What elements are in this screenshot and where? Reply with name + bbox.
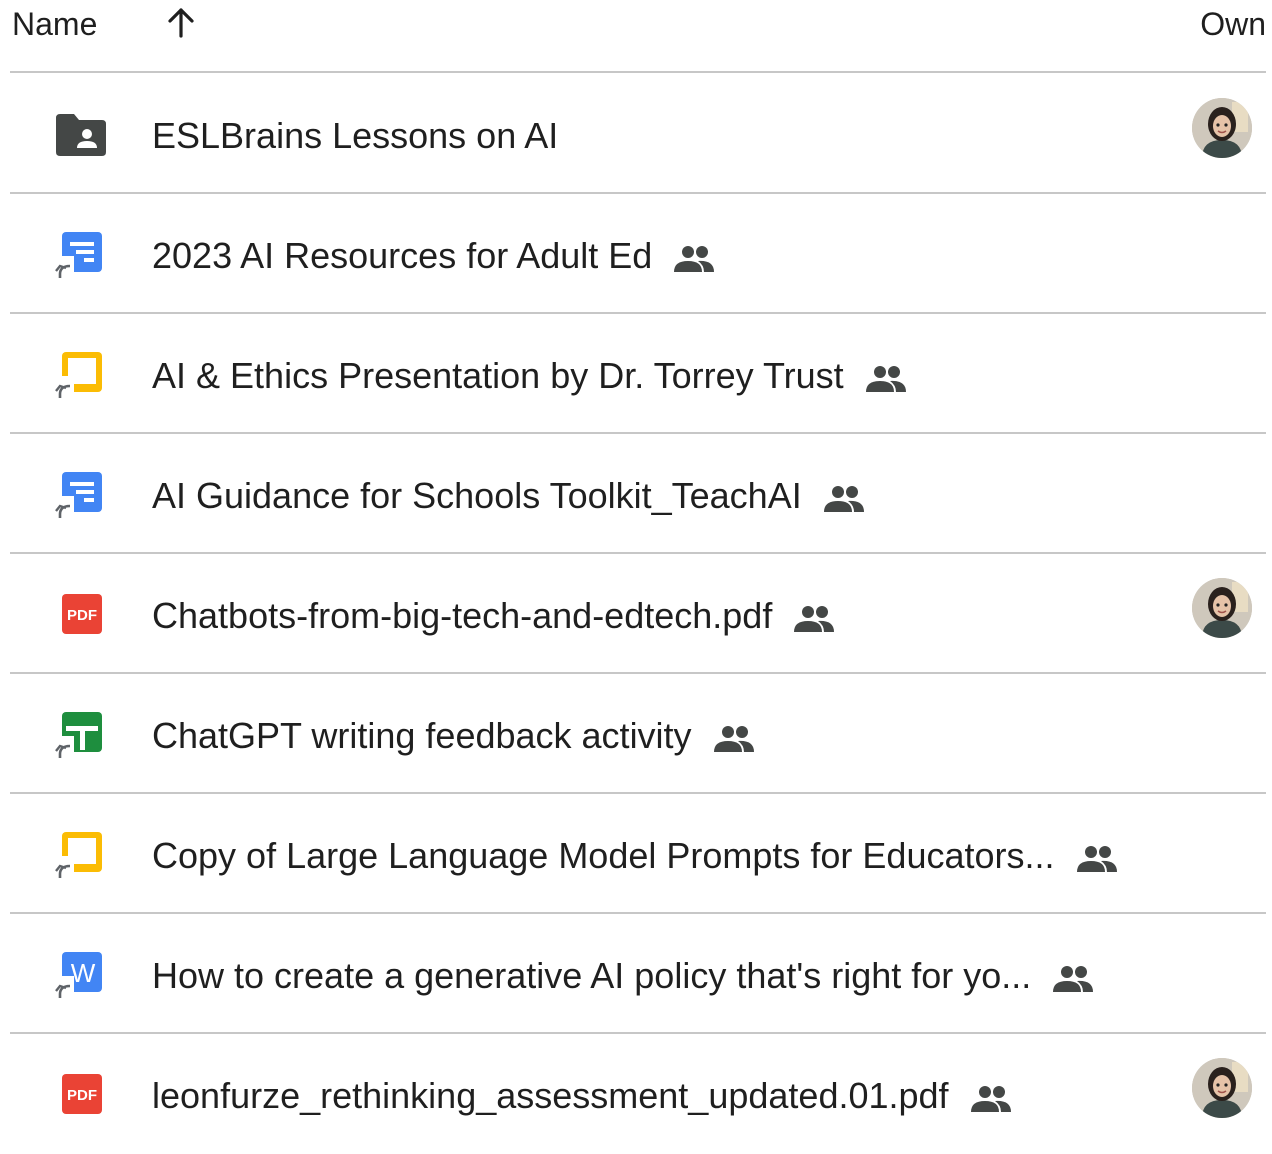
shared-people-icon [969,1081,1013,1112]
file-name-text: AI Guidance for Schools Toolkit_TeachAI [152,475,802,516]
file-name: 2023 AI Resources for Adult Ed [152,234,716,278]
pdf-icon: PDF [54,592,106,638]
header-divider [10,71,1266,73]
owner-column-header[interactable]: Own [1200,6,1266,42]
file-row[interactable]: PDF leonfurze_rethinking_assessment_updat… [0,1034,1272,1154]
file-name-text: How to create a generative AI policy tha… [152,955,1032,996]
file-row[interactable]: AI Guidance for Schools Toolkit_TeachAI [0,434,1272,554]
file-name-text: AI & Ethics Presentation by Dr. Torrey T… [152,355,844,396]
google-forms-shortcut-icon [54,232,106,278]
file-row[interactable]: 2023 AI Resources for Adult Ed [0,194,1272,314]
google-slides-shortcut-icon [54,352,106,398]
file-name: ESLBrains Lessons on AI [152,114,558,158]
file-row[interactable]: PDF Chatbots-from-big-tech-and-edtech.pdf [0,554,1272,674]
file-name: How to create a generative AI policy tha… [152,954,1095,998]
file-list-header: Name Own [0,0,1272,72]
shared-people-icon [822,481,866,512]
svg-text:PDF: PDF [67,607,97,624]
file-name-text: 2023 AI Resources for Adult Ed [152,235,653,276]
owner-avatar[interactable] [1192,578,1252,638]
owner-avatar[interactable] [1192,98,1252,158]
shared-people-icon [864,361,908,392]
file-name-text: leonfurze_rethinking_assessment_updated.… [152,1075,949,1116]
svg-text:PDF: PDF [67,1087,97,1104]
shared-people-icon [712,721,756,752]
file-name-text: ChatGPT writing feedback activity [152,715,692,756]
file-row[interactable]: Copy of Large Language Model Prompts for… [0,794,1272,914]
shared-people-icon [1075,841,1119,872]
shared-people-icon [792,601,836,632]
file-row[interactable]: ESLBrains Lessons on AI [0,74,1272,194]
file-name: AI Guidance for Schools Toolkit_TeachAI [152,474,866,518]
pdf-icon: PDF [54,1072,106,1118]
file-row[interactable]: ChatGPT writing feedback activity [0,674,1272,794]
file-name: Copy of Large Language Model Prompts for… [152,834,1119,878]
file-row[interactable]: W How to create a generative AI policy t… [0,914,1272,1034]
file-name: AI & Ethics Presentation by Dr. Torrey T… [152,354,908,398]
file-name: leonfurze_rethinking_assessment_updated.… [152,1074,1013,1118]
file-name-text: ESLBrains Lessons on AI [152,115,559,156]
file-row[interactable]: AI & Ethics Presentation by Dr. Torrey T… [0,314,1272,434]
google-sheets-shortcut-icon [54,712,106,758]
word-doc-shortcut-icon: W [54,952,106,998]
shared-people-icon [1051,961,1095,992]
file-name-text: Copy of Large Language Model Prompts for… [152,835,1055,876]
file-name: ChatGPT writing feedback activity [152,714,756,758]
arrow-up-icon[interactable] [164,4,198,40]
file-name: Chatbots-from-big-tech-and-edtech.pdf [152,594,836,638]
shared-folder-icon [54,112,106,158]
google-forms-shortcut-icon [54,472,106,518]
shared-people-icon [672,241,716,272]
google-slides-shortcut-icon [54,832,106,878]
file-name-text: Chatbots-from-big-tech-and-edtech.pdf [152,595,773,636]
name-column-header[interactable]: Name [12,6,97,42]
owner-avatar[interactable] [1192,1058,1252,1118]
svg-text:W: W [71,958,96,988]
